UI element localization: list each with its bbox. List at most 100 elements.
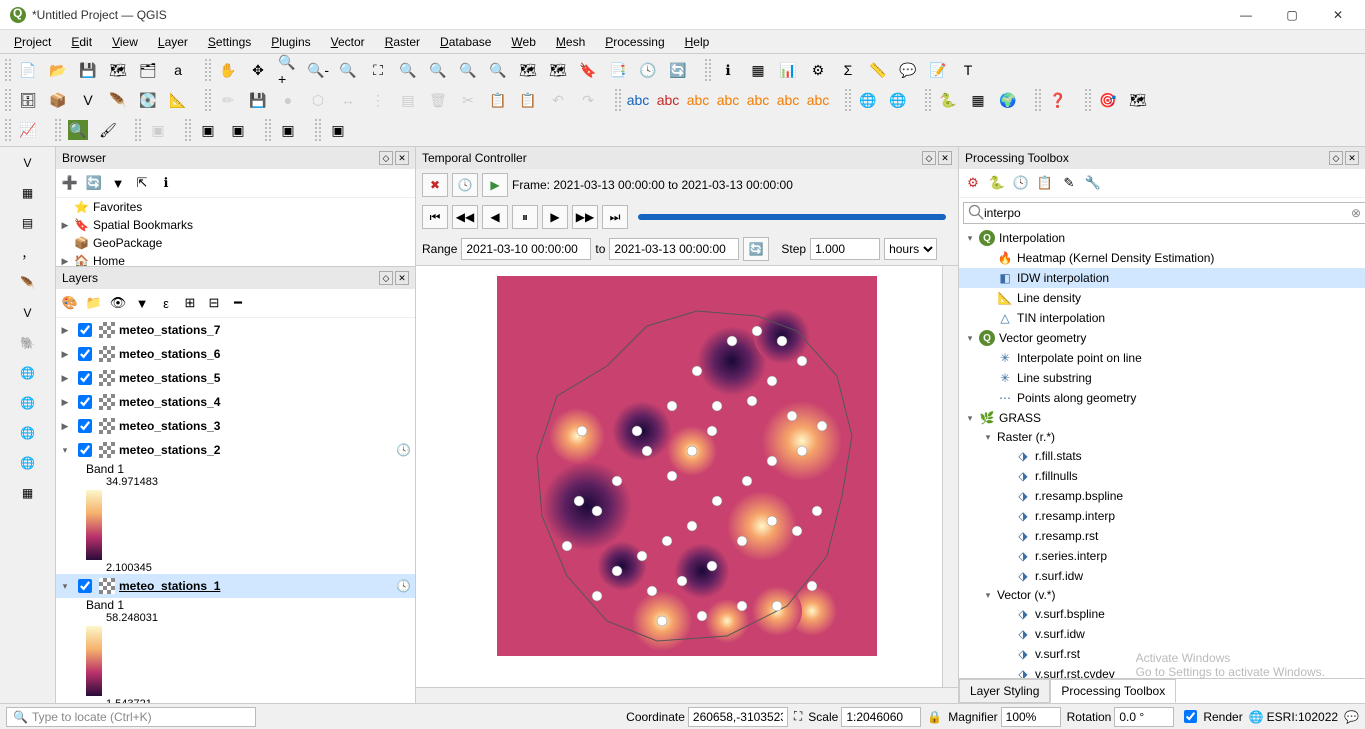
remove-icon[interactable]: ━ [228,293,248,313]
undo-button[interactable]: ↶ [544,86,572,114]
browser-item[interactable]: ▶🏠Home [56,252,415,266]
deselect-button[interactable]: ▣ [274,116,302,144]
new-bookmark-button[interactable]: 🔖 [574,56,602,84]
toolbox-button[interactable]: ⚙ [804,56,832,84]
label-button-3[interactable]: abc [684,86,712,114]
toolbox-tree[interactable]: ▾QInterpolation🔥Heatmap (Kernel Density … [959,228,1365,678]
pan-button[interactable]: ✋ [214,56,242,84]
toolbox-node[interactable]: ◧IDW interpolation [959,268,1365,288]
pan-to-selection-button[interactable]: ✥ [244,56,272,84]
label-button-7[interactable]: abc [804,86,832,114]
step-back-button[interactable]: ◀ [482,205,508,229]
toolbox-node[interactable]: ⬗r.fillnulls [959,466,1365,486]
menu-vector[interactable]: Vector [321,33,375,51]
menu-project[interactable]: Project [4,33,61,51]
extent-icon[interactable]: ⛶ [794,709,802,724]
toolbox-node[interactable]: ⬗r.series.interp [959,546,1365,566]
menu-database[interactable]: Database [430,33,501,51]
close-button[interactable]: ✕ [1315,0,1361,30]
select-button-7[interactable]: ▣ [324,116,352,144]
time-slider[interactable] [638,214,946,220]
animated-button[interactable]: ▶ [482,173,508,197]
select-button-5[interactable]: ▣ [194,116,222,144]
toolbox-node[interactable]: ⬗r.resamp.rst [959,526,1365,546]
undock-icon[interactable]: ◇ [1329,151,1343,165]
menu-raster[interactable]: Raster [375,33,430,51]
field-calc-button[interactable]: 📊 [774,56,802,84]
undock-icon[interactable]: ◇ [922,151,936,165]
filter-icon[interactable]: ▼ [108,173,128,193]
menu-web[interactable]: Web [501,33,545,51]
toolbox-node[interactable]: ⬗v.surf.bspline [959,604,1365,624]
rotation-input[interactable] [1114,707,1174,727]
crs-label[interactable]: ESRI:102022 [1267,710,1338,724]
toolbox-node[interactable]: ▾QInterpolation [959,228,1365,248]
collapse-icon[interactable]: ⊟ [204,293,224,313]
forward-end-button[interactable]: ⏭ [602,205,628,229]
help-button[interactable]: ❓ [1044,86,1072,114]
script-icon[interactable]: 🐍 [987,173,1007,193]
globe-button-1[interactable]: 🌐 [854,86,882,114]
layers-body[interactable]: ▶ meteo_stations_7 ▶ meteo_stations_6 ▶ … [56,318,415,703]
open-project-button[interactable]: 📂 [44,56,72,84]
label-button-6[interactable]: abc [774,86,802,114]
add-wms-icon[interactable]: 🌐 [14,389,42,417]
browser-item[interactable]: ▶🔖Spatial Bookmarks [56,216,415,234]
toolbox-node[interactable]: ⋯Points along geometry [959,388,1365,408]
menu-view[interactable]: View [102,33,148,51]
menu-edit[interactable]: Edit [61,33,102,51]
collapse-icon[interactable]: ⇱ [132,173,152,193]
layer-checkbox[interactable] [78,347,92,361]
menu-mesh[interactable]: Mesh [546,33,595,51]
temporal-controller-button[interactable]: 🕓 [634,56,662,84]
close-icon[interactable]: ✕ [395,151,409,165]
vertex-tool-button[interactable]: ⋮ [364,86,392,114]
properties-icon[interactable]: ℹ [156,173,176,193]
step-unit-select[interactable]: hours [884,238,937,260]
results-icon[interactable]: 📋 [1035,173,1055,193]
select-button-6[interactable]: ▣ [224,116,252,144]
select-button-2[interactable]: 🔍 [64,116,92,144]
magnifier-input[interactable] [1001,707,1061,727]
map-canvas[interactable] [416,266,958,703]
digitize-button[interactable]: ⬡ [304,86,332,114]
toolbox-node[interactable]: 📐Line density [959,288,1365,308]
menu-plugins[interactable]: Plugins [261,33,320,51]
stat-summary-button[interactable]: Σ [834,56,862,84]
new-memory-button[interactable]: 💽 [134,86,162,114]
step-fwd-button[interactable]: ▶▶ [572,205,598,229]
panel-tab[interactable]: Layer Styling [959,679,1050,703]
add-vector-icon[interactable]: V [14,149,42,177]
zoom-layer-button[interactable]: 🔍 [424,56,452,84]
measure-button[interactable]: 📏 [864,56,892,84]
toolbox-node[interactable]: 🔥Heatmap (Kernel Density Estimation) [959,248,1365,268]
undock-icon[interactable]: ◇ [379,151,393,165]
redo-button[interactable]: ↷ [574,86,602,114]
add-feature-button[interactable]: ● [274,86,302,114]
select-button-3[interactable]: 🖌 [94,116,122,144]
toolbox-node[interactable]: ⬗r.surf.idw [959,566,1365,586]
minimize-button[interactable]: — [1223,0,1269,30]
save-project-button[interactable]: 💾 [74,56,102,84]
new-shapefile-button[interactable]: V [74,86,102,114]
select-button-4[interactable]: ▣ [144,116,172,144]
layer-item[interactable]: ▶ meteo_stations_4 [56,390,415,414]
layer-checkbox[interactable] [78,443,92,457]
toggle-editing-button[interactable]: ✏ [214,86,242,114]
add-postgis-icon[interactable]: 🐘 [14,329,42,357]
render-checkbox[interactable] [1184,710,1197,723]
close-icon[interactable]: ✕ [1345,151,1359,165]
add-spatialite-icon[interactable]: 🪶 [14,269,42,297]
zoom-in-button[interactable]: 🔍+ [274,56,302,84]
data-source-button[interactable]: 🗄 [14,86,42,114]
layer-item[interactable]: ▶ meteo_stations_6 [56,342,415,366]
model-icon[interactable]: ⚙ [963,173,983,193]
layer-checkbox[interactable] [78,419,92,433]
zoom-next-button[interactable]: 🔍 [484,56,512,84]
zoom-last-button[interactable]: 🔍 [454,56,482,84]
toolbox-node[interactable]: ▾QVector geometry [959,328,1365,348]
add-wfs-icon[interactable]: ▦ [14,479,42,507]
toolbox-node[interactable]: ⬗r.resamp.bspline [959,486,1365,506]
toolbox-node[interactable]: ⬗v.surf.idw [959,624,1365,644]
toolbox-node[interactable]: ⬗v.surf.rst.cvdev [959,664,1365,678]
